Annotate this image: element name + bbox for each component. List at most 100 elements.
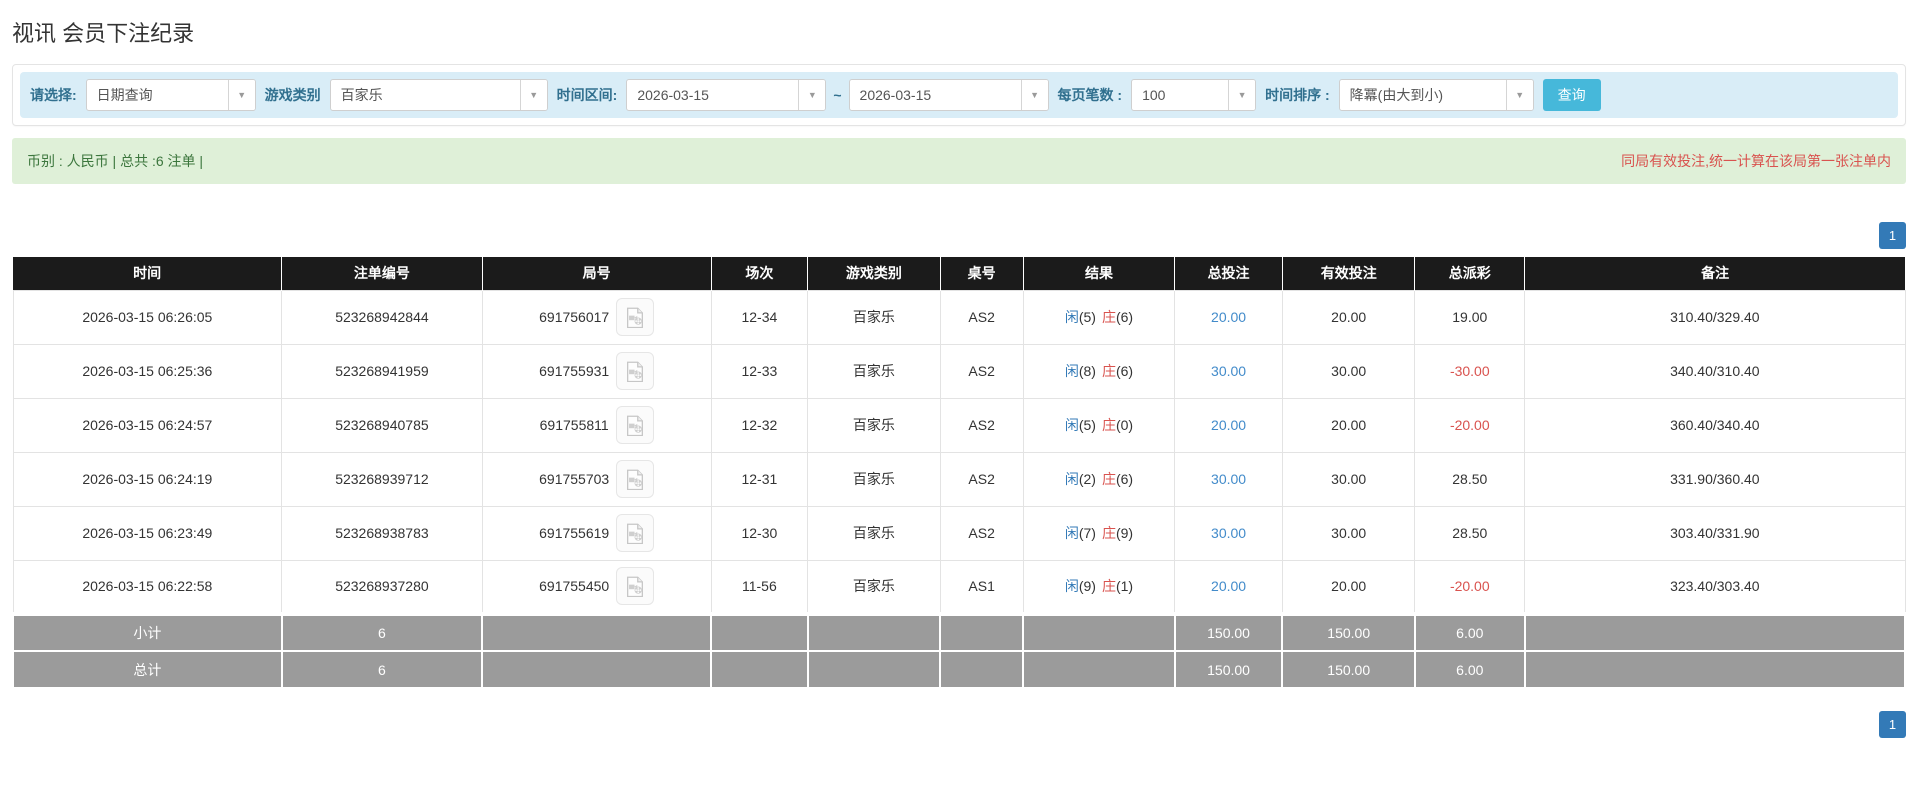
result-player: 闲 [1064,363,1079,379]
video-record-button[interactable] [616,298,655,336]
cell-session: 12-33 [710,343,809,399]
video-record-button[interactable] [615,406,654,444]
video-record-button[interactable] [616,514,655,552]
total-valid-bet: 150.00 [1281,650,1416,689]
cell-table-no: AS2 [939,505,1024,561]
cell-session: 11-56 [710,559,809,615]
cell-bet-id: 523268937280 [281,559,483,615]
header-total-bet: 总投注 [1174,257,1283,290]
page-size-select[interactable]: 100 ▼ [1131,79,1257,111]
pagination-bottom: 1 [12,711,1906,738]
cell-remark: 331.90/360.40 [1524,451,1906,507]
subtotal-valid-bet: 150.00 [1281,612,1416,652]
result-player-score: (9) [1078,578,1096,595]
round-id-text: 691755619 [539,525,610,541]
table-row: 2026-03-15 06:23:49 523268938783 6917556… [12,505,1906,561]
cell-round-id: 691755619 [481,505,712,561]
select-type-label: 请选择: [30,87,77,103]
chevron-down-icon: ▼ [1505,80,1533,110]
total-payout: 6.00 [1413,650,1526,689]
game-type-value: 百家乐 [340,87,383,103]
cell-table-no: AS1 [939,559,1024,615]
total-bet-link[interactable]: 20.00 [1211,417,1246,433]
table-row: 2026-03-15 06:26:05 523268942844 6917560… [12,289,1906,345]
round-id-text: 691755931 [539,363,610,379]
chevron-down-icon: ▼ [798,80,826,110]
video-record-icon [627,361,644,382]
page-1-button[interactable]: 1 [1879,222,1906,249]
result-banker: 庄 [1101,417,1116,433]
cell-session: 12-34 [710,289,809,345]
cell-round-id: 691756017 [481,289,712,345]
cell-payout: 19.00 [1414,289,1526,345]
subtotal-count: 6 [280,612,484,652]
cell-payout: -20.00 [1414,559,1526,615]
video-record-button[interactable] [616,460,655,498]
time-range-label: 时间区间: [556,87,618,103]
page-size-label: 每页笔数 : [1057,87,1123,103]
currency-summary-text: 币别 : 人民币 | 总共 :6 注单 | [27,153,204,169]
result-banker-score: (6) [1115,363,1134,379]
header-table-no: 桌号 [940,257,1024,290]
cell-total-bet: 30.00 [1174,451,1283,507]
query-type-select[interactable]: 日期查询 ▼ [85,79,256,111]
cell-game-type: 百家乐 [807,289,941,345]
total-bet-link[interactable]: 30.00 [1211,471,1246,487]
cell-session: 12-31 [710,451,809,507]
cell-game-type: 百家乐 [807,343,941,399]
video-record-icon [627,576,644,598]
page-1-button[interactable]: 1 [1879,711,1906,738]
cell-round-id: 691755703 [481,451,712,507]
video-record-button[interactable] [616,567,655,606]
cell-payout: -20.00 [1414,397,1526,453]
time-sort-select[interactable]: 降冪(由大到小) ▼ [1338,79,1534,111]
cell-bet-id: 523268940785 [281,397,483,453]
header-result: 结果 [1023,257,1176,290]
header-payout: 总派彩 [1414,257,1526,290]
table-row: 2026-03-15 06:25:36 523268941959 6917559… [12,343,1906,399]
video-record-button[interactable] [616,352,655,390]
bet-records-table: 时间 注单编号 局号 场次 游戏类别 桌号 结果 总投注 有效投注 总派彩 备注… [12,257,1907,689]
table-header: 时间 注单编号 局号 场次 游戏类别 桌号 结果 总投注 有效投注 总派彩 备注 [13,257,1905,290]
round-id-text: 691755450 [539,578,610,595]
cell-result: 闲(9) 庄(1) [1022,559,1176,615]
filter-panel: 请选择: 日期查询 ▼ 游戏类别 百家乐 ▼ 时间区间: 2026-03-15 … [12,64,1906,126]
cell-valid-bet: 20.00 [1281,289,1416,345]
result-player-score: (2) [1078,471,1096,487]
game-type-label: 游戏类别 [264,87,321,103]
cell-bet-id: 523268938783 [281,505,483,561]
date-to-select[interactable]: 2026-03-15 ▼ [848,79,1049,111]
header-valid-bet: 有效投注 [1282,257,1416,290]
video-record-icon [627,469,644,490]
game-type-select[interactable]: 百家乐 ▼ [329,79,548,111]
total-bet-link[interactable]: 30.00 [1211,363,1246,379]
date-from-select[interactable]: 2026-03-15 ▼ [626,79,827,111]
query-type-value: 日期查询 [96,87,153,103]
total-bet-link[interactable]: 20.00 [1211,578,1246,594]
search-button[interactable]: 查询 [1542,79,1601,111]
header-bet-id: 注单编号 [281,257,483,290]
cell-result: 闲(2) 庄(6) [1022,451,1176,507]
cell-table-no: AS2 [939,343,1024,399]
cell-total-bet: 20.00 [1174,397,1283,453]
cell-time: 2026-03-15 06:24:57 [12,397,283,453]
cell-remark: 340.40/310.40 [1524,343,1906,399]
header-time: 时间 [13,257,283,290]
result-player: 闲 [1064,417,1079,433]
time-sort-label: 时间排序 : [1265,87,1330,103]
header-remark: 备注 [1524,257,1905,290]
cell-table-no: AS2 [939,397,1024,453]
cell-bet-id: 523268941959 [281,343,483,399]
cell-round-id: 691755450 [481,559,712,615]
video-record-icon [627,523,644,544]
cell-remark: 303.40/331.90 [1524,505,1906,561]
cell-remark: 360.40/340.40 [1524,397,1906,453]
cell-time: 2026-03-15 06:24:19 [12,451,283,507]
page: 视讯 会员下注纪录 请选择: 日期查询 ▼ 游戏类别 百家乐 ▼ 时间区间: 2… [0,0,1918,738]
page-title: 视讯 会员下注纪录 [12,21,195,46]
cell-time: 2026-03-15 06:25:36 [12,343,283,399]
date-from-value: 2026-03-15 [637,87,709,103]
total-bet-link[interactable]: 30.00 [1211,525,1246,541]
total-bet-link[interactable]: 20.00 [1211,309,1246,325]
cell-result: 闲(8) 庄(6) [1022,343,1176,399]
